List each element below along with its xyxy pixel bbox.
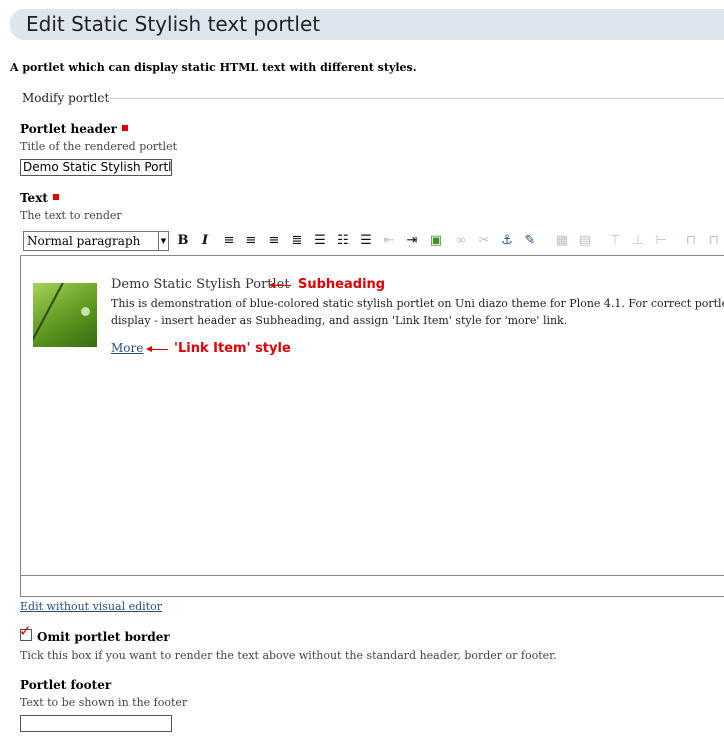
align-left-icon[interactable]: ≡: [221, 233, 237, 249]
portlet-footer-input[interactable]: [20, 715, 172, 732]
column-icon[interactable]: ⊓: [683, 233, 699, 249]
text-help: The text to render: [20, 209, 122, 222]
editor-statusbar: [21, 575, 724, 596]
edit-html-icon[interactable]: ✎: [522, 233, 538, 249]
rich-text-editor[interactable]: Demo Static Stylish Portlet This is demo…: [20, 255, 724, 597]
numbered-list-icon[interactable]: ☷: [335, 233, 351, 249]
editor-body-text: This is demonstration of blue-colored st…: [111, 297, 724, 327]
portlet-header-label-text: Portlet header: [20, 122, 117, 136]
align-justify-icon[interactable]: ≣: [289, 233, 305, 249]
definition-list-icon[interactable]: ☰: [358, 233, 374, 249]
remove-link-icon[interactable]: ✂: [476, 233, 492, 249]
annotation-arrow-icon: [146, 345, 168, 352]
align-center-icon[interactable]: ≡: [243, 233, 259, 249]
portlet-footer-label: Portlet footer: [20, 678, 112, 692]
required-icon: [52, 194, 59, 200]
italic-icon[interactable]: I: [197, 233, 213, 249]
bold-icon[interactable]: B: [175, 233, 191, 249]
text-label: Text: [20, 191, 59, 205]
bullet-list-icon[interactable]: ☰: [312, 233, 328, 249]
fieldset-legend: Modify portlet: [22, 91, 110, 105]
portlet-header-label: Portlet header: [20, 122, 128, 136]
checkmark-icon: ✓: [19, 622, 32, 640]
anchor-icon[interactable]: ⚓: [499, 233, 515, 249]
chevron-down-icon[interactable]: ▼: [158, 232, 168, 250]
insert-link-icon[interactable]: ∞: [453, 233, 469, 249]
format-select-value: Normal paragraph: [27, 234, 141, 248]
outdent-icon[interactable]: ⇤: [381, 233, 397, 249]
annotation-subheading: Subheading: [298, 277, 386, 292]
portlet-header-input[interactable]: Demo Static Stylish Portlet: [20, 159, 172, 176]
more-link[interactable]: More: [111, 341, 143, 355]
row-after-icon[interactable]: ⊥: [630, 233, 646, 249]
format-select[interactable]: Normal paragraph ▼: [23, 231, 169, 251]
edit-without-editor-link[interactable]: Edit without visual editor: [20, 600, 162, 613]
editor-toolbar: Normal paragraph ▼ B I ≡ ≡ ≡ ≣ ☰ ☷ ☰ ⇤ ⇥…: [23, 230, 724, 252]
required-icon: [121, 125, 128, 131]
insert-table-icon[interactable]: ▦: [554, 233, 570, 249]
omit-border-checkbox[interactable]: ✓: [19, 623, 32, 641]
insert-image-icon[interactable]: ▣: [428, 233, 444, 249]
portlet-image: [33, 283, 97, 347]
page-title: Edit Static Stylish text portlet: [26, 12, 321, 36]
fieldset-divider: [100, 98, 724, 99]
portlet-header-help: Title of the rendered portlet: [20, 140, 178, 153]
delete-row-icon[interactable]: ⊢: [653, 233, 669, 249]
page-description: A portlet which can display static HTML …: [10, 61, 417, 74]
omit-border-help: Tick this box if you want to render the …: [20, 649, 557, 662]
omit-border-label: Omit portlet border: [37, 630, 170, 644]
editor-subheading: Demo Static Stylish Portlet: [111, 277, 290, 292]
text-label-text: Text: [20, 191, 48, 205]
column-after-icon[interactable]: ⊓: [706, 233, 722, 249]
annotation-link-item: 'Link Item' style: [174, 341, 291, 356]
row-before-icon[interactable]: ⊤: [607, 233, 623, 249]
page-title-bar: Edit Static Stylish text portlet: [10, 9, 724, 40]
table-properties-icon[interactable]: ▤: [577, 233, 593, 249]
align-right-icon[interactable]: ≡: [266, 233, 282, 249]
indent-icon[interactable]: ⇥: [404, 233, 420, 249]
portlet-footer-help: Text to be shown in the footer: [20, 696, 188, 709]
annotation-arrow-icon: [269, 281, 291, 288]
